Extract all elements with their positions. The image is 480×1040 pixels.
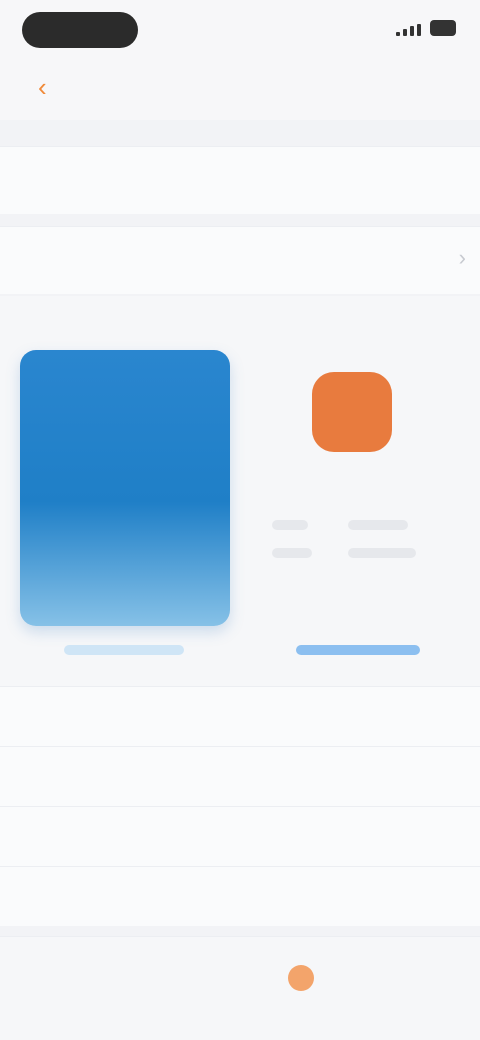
form-field-2[interactable]: › [0, 226, 480, 294]
orange-app-logo[interactable] [312, 372, 392, 452]
right-option-link[interactable] [296, 645, 420, 655]
bottom-dot-icon[interactable] [288, 965, 314, 991]
form-field-1[interactable] [0, 146, 480, 214]
nav-bar: ‹ [0, 60, 480, 120]
chevron-left-icon: ‹ [38, 72, 47, 102]
signal-icon [396, 24, 424, 36]
placeholder-line [348, 548, 416, 558]
placeholder-line [272, 520, 308, 530]
detail-row [0, 746, 480, 806]
detail-row [0, 686, 480, 746]
chevron-right-icon: › [458, 245, 466, 270]
detail-row [0, 806, 480, 866]
blue-card-underline [64, 645, 184, 655]
placeholder-line [348, 520, 408, 530]
status-pill [22, 12, 138, 48]
battery-icon [430, 20, 456, 36]
blue-option-card[interactable] [20, 350, 230, 626]
status-bar [0, 0, 480, 60]
bottom-action-bar [0, 936, 480, 1040]
detail-row [0, 866, 480, 926]
back-button[interactable]: ‹ [38, 72, 47, 103]
placeholder-line [272, 548, 312, 558]
